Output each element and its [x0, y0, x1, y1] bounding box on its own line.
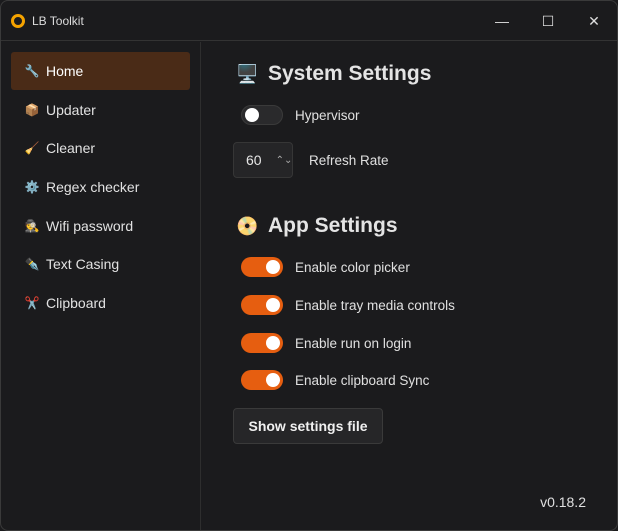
computer-icon: 🖥️: [236, 63, 259, 84]
heading-text: App Settings: [268, 214, 398, 237]
show-settings-file-button[interactable]: Show settings file: [233, 408, 383, 444]
sidebar: 🔧 Home 📦 Updater 🧹 Cleaner ⚙️ Regex checker …: [1, 42, 201, 530]
toggle-knob: [266, 260, 280, 274]
detective-icon: 🕵️: [24, 219, 40, 233]
system-settings-heading: 🖥️ System Settings: [236, 62, 431, 86]
broom-icon: 🧹: [24, 141, 40, 155]
minimize-button[interactable]: —: [479, 1, 525, 41]
sidebar-item-wifi-password[interactable]: 🕵️ Wifi password: [11, 207, 190, 245]
toggle-knob: [266, 336, 280, 350]
sidebar-item-label: Text Casing: [46, 256, 120, 272]
close-button[interactable]: ✕: [571, 1, 617, 41]
sidebar-item-label: Wifi password: [46, 218, 134, 234]
maximize-button[interactable]: ☐: [525, 1, 571, 41]
gear-icon: ⚙️: [24, 180, 40, 194]
sidebar-item-label: Clipboard: [46, 295, 106, 311]
tray-media-toggle[interactable]: [241, 295, 283, 315]
sidebar-item-regex-checker[interactable]: ⚙️ Regex checker: [11, 168, 190, 206]
hypervisor-toggle[interactable]: [241, 105, 283, 125]
clipboard-sync-toggle[interactable]: [241, 370, 283, 390]
hypervisor-label: Hypervisor: [295, 108, 360, 123]
color-picker-toggle[interactable]: [241, 257, 283, 277]
refresh-rate-label: Refresh Rate: [309, 153, 389, 168]
sidebar-item-cleaner[interactable]: 🧹 Cleaner: [11, 129, 190, 167]
scissors-icon: ✂️: [24, 296, 40, 310]
spinner-chevrons-icon[interactable]: ⌃⌄: [276, 155, 293, 166]
sidebar-item-text-casing[interactable]: ✒️ Text Casing: [11, 245, 190, 283]
window-title: LB Toolkit: [32, 13, 84, 28]
toggle-knob: [266, 373, 280, 387]
sidebar-item-updater[interactable]: 📦 Updater: [11, 91, 190, 129]
sidebar-item-label: Updater: [46, 102, 96, 118]
main-content: 🖥️ System Settings Hypervisor 60 ⌃⌄ Refres…: [202, 42, 617, 530]
app-settings-heading: 📀 App Settings: [236, 214, 398, 238]
toggle-knob: [266, 298, 280, 312]
disc-icon: 📀: [236, 215, 259, 236]
pen-nib-icon: ✒️: [24, 257, 40, 271]
clipboard-sync-label: Enable clipboard Sync: [295, 373, 430, 388]
sidebar-item-label: Home: [46, 63, 84, 79]
tray-media-label: Enable tray media controls: [295, 298, 455, 313]
sidebar-item-label: Cleaner: [46, 140, 96, 156]
refresh-rate-value: 60: [246, 152, 262, 168]
run-on-login-label: Enable run on login: [295, 336, 412, 351]
sidebar-item-clipboard[interactable]: ✂️ Clipboard: [11, 284, 190, 322]
version-label: v0.18.2: [540, 494, 586, 510]
package-icon: 📦: [24, 103, 40, 117]
toggle-knob: [245, 108, 259, 122]
color-picker-label: Enable color picker: [295, 260, 410, 275]
title-bar: LB Toolkit — ☐ ✕: [1, 1, 617, 41]
app-window: LB Toolkit — ☐ ✕ 🔧 Home 📦 Updater 🧹 Cleaner…: [0, 0, 618, 531]
heading-text: System Settings: [268, 62, 432, 85]
wrench-icon: 🔧: [24, 64, 40, 78]
run-on-login-toggle[interactable]: [241, 333, 283, 353]
app-logo-icon: [11, 13, 25, 28]
refresh-rate-stepper[interactable]: 60 ⌃⌄: [233, 142, 293, 178]
sidebar-item-home[interactable]: 🔧 Home: [11, 52, 190, 90]
sidebar-item-label: Regex checker: [46, 179, 140, 195]
